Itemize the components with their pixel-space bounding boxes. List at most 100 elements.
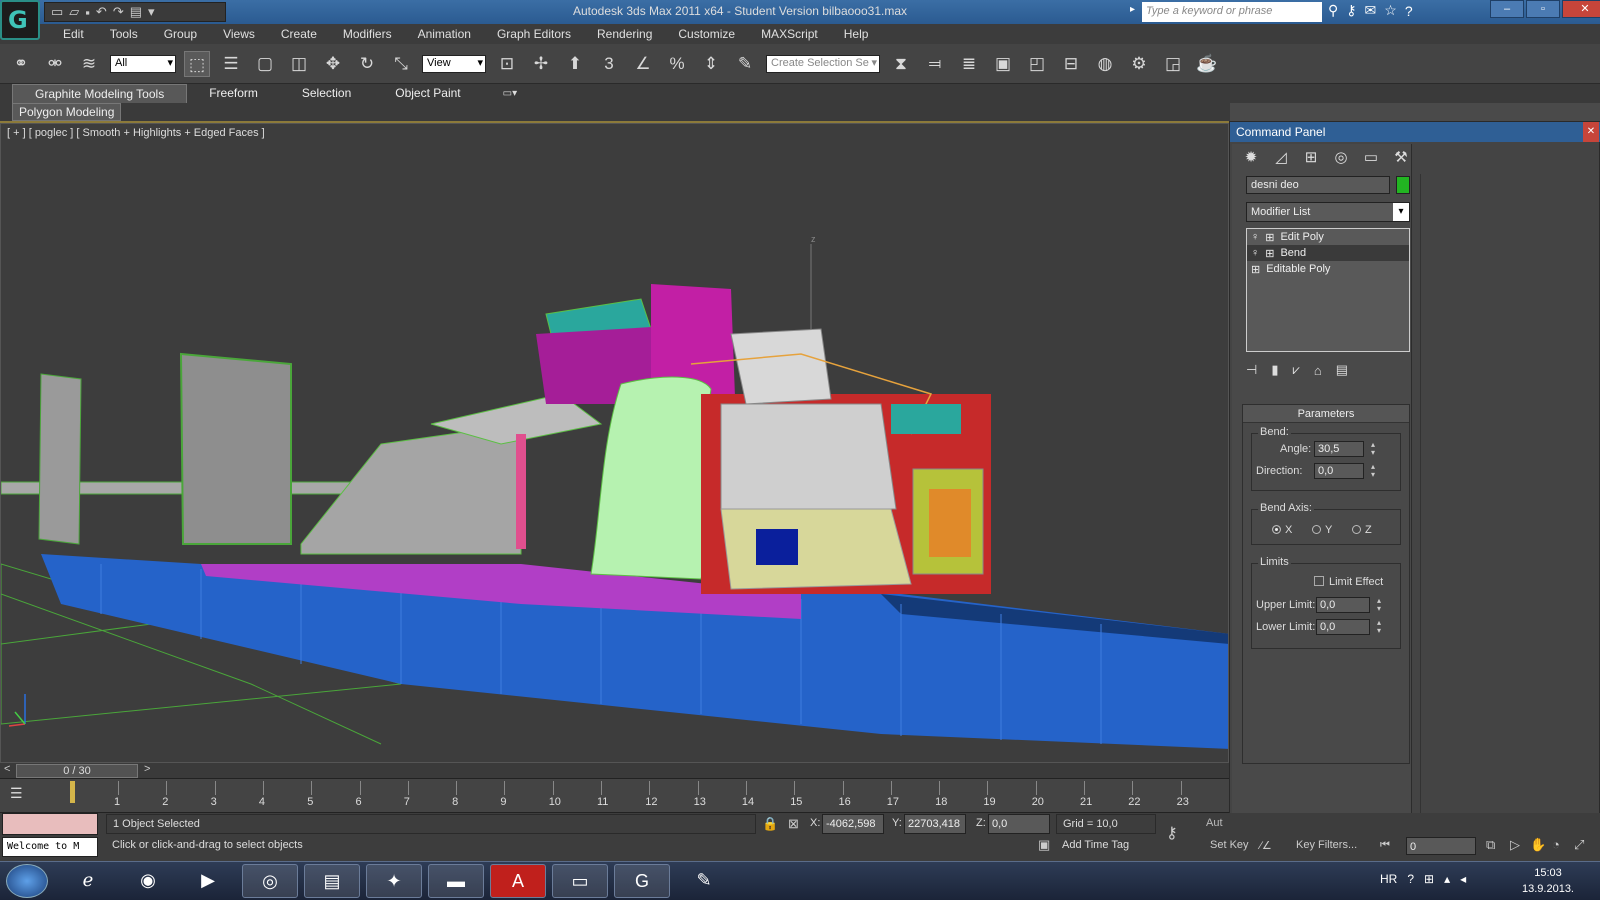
subscription-icon[interactable]: ⚷	[1346, 2, 1356, 19]
window-crossing-icon[interactable]: ◫	[286, 51, 312, 77]
adobe-reader-icon[interactable]: A	[490, 864, 546, 898]
new-file-icon[interactable]: ▭	[51, 4, 63, 20]
align-icon[interactable]: ⫤	[922, 51, 948, 77]
material-editor-icon[interactable]: ◍	[1092, 51, 1118, 77]
menu-modifiers[interactable]: Modifiers	[330, 24, 405, 44]
stack-item-edit-poly[interactable]: ♀ ⊞ Edit Poly	[1247, 229, 1409, 245]
snap-toggle-icon[interactable]: 3	[596, 51, 622, 77]
pivot-center-icon[interactable]: ⊡	[494, 51, 520, 77]
make-unique-icon[interactable]: ⩗	[1292, 362, 1299, 378]
start-button[interactable]	[6, 864, 48, 898]
modifier-stack[interactable]: ♀ ⊞ Edit Poly ♀ ⊞ Bend ⊞ Editable Poly	[1246, 228, 1410, 352]
limit-effect-checkbox[interactable]: Limit Effect	[1314, 576, 1383, 588]
menu-rendering[interactable]: Rendering	[584, 24, 665, 44]
create-tab-icon[interactable]: ✹	[1238, 148, 1264, 170]
favorites-star-icon[interactable]: ☆	[1384, 2, 1397, 19]
percent-snap-icon[interactable]: %	[664, 51, 690, 77]
expand-plus-icon[interactable]: ⊞	[1265, 231, 1274, 244]
menu-maxscript[interactable]: MAXScript	[748, 24, 831, 44]
light-bulb-icon[interactable]: ♀	[1251, 231, 1259, 243]
clock[interactable]: 15:03 13.9.2013.	[1508, 865, 1588, 897]
selection-filter-dropdown[interactable]: All	[110, 54, 176, 73]
media-player-icon[interactable]: ▶	[180, 864, 236, 898]
angle-field[interactable]: 30,5	[1314, 441, 1364, 457]
move-icon[interactable]: ✥	[320, 51, 346, 77]
set-key-button[interactable]: Set Key	[1210, 839, 1249, 851]
file-explorer-icon[interactable]: ▤	[304, 864, 360, 898]
lower-limit-field[interactable]: 0,0	[1316, 619, 1370, 635]
menu-help[interactable]: Help	[831, 24, 882, 44]
render-teapot-icon[interactable]: ☕	[1194, 51, 1220, 77]
help-tray-icon[interactable]: ?	[1407, 872, 1414, 886]
close-button[interactable]: ✕	[1562, 0, 1600, 18]
time-slider[interactable]: < 0 / 30 >	[0, 763, 1229, 779]
menu-edit[interactable]: Edit	[50, 24, 97, 44]
maxscript-listener-input[interactable]: Welcome to M	[2, 837, 98, 857]
menu-animation[interactable]: Animation	[405, 24, 484, 44]
graphite-toggle-icon[interactable]: ▣	[990, 51, 1016, 77]
unlink-icon[interactable]: ⚮	[42, 51, 68, 77]
curve-editor-mini-icon[interactable]: ☰	[10, 785, 23, 802]
tab-polygon-modeling[interactable]: Polygon Modeling	[12, 103, 122, 121]
axis-y-radio[interactable]: Y	[1312, 524, 1332, 536]
direction-field[interactable]: 0,0	[1314, 463, 1364, 479]
save-icon[interactable]: ▪	[85, 5, 90, 20]
select-by-name-icon[interactable]: ☰	[218, 51, 244, 77]
y-coord-field[interactable]: 22703,418	[904, 814, 966, 834]
stack-item-editable-poly[interactable]: ⊞ Editable Poly	[1247, 261, 1409, 277]
display-tab-icon[interactable]: ▭	[1358, 148, 1384, 170]
paint-icon[interactable]: ✎	[676, 864, 732, 898]
key-filters-button[interactable]: Key Filters...	[1296, 839, 1357, 851]
upper-limit-spinner[interactable]: ▴ ▾	[1374, 597, 1384, 613]
direction-spinner[interactable]: ▴ ▾	[1368, 463, 1378, 479]
dropdown-icon[interactable]: ▾	[148, 4, 155, 20]
time-slider-thumb[interactable]: 0 / 30	[16, 764, 138, 778]
binoculars-icon[interactable]: ⚲	[1328, 2, 1338, 19]
tray-expand-icon[interactable]: ▴	[1444, 872, 1450, 886]
object-color-swatch[interactable]	[1396, 176, 1410, 194]
rotate-icon[interactable]: ↻	[354, 51, 380, 77]
manipulate-icon[interactable]: ✢	[528, 51, 554, 77]
schematic-view-icon[interactable]: ⊟	[1058, 51, 1084, 77]
link-icon[interactable]: ⚭	[8, 51, 34, 77]
chevron-down-icon[interactable]: ▾	[1393, 203, 1409, 221]
absolute-mode-icon[interactable]: ⊠	[788, 816, 799, 832]
mirror-icon[interactable]: ⧗	[888, 51, 914, 77]
parameters-header[interactable]: Parameters	[1243, 405, 1409, 423]
curve-editor-icon[interactable]: ◰	[1024, 51, 1050, 77]
internet-explorer-icon[interactable]: ℯ	[60, 864, 116, 898]
edit-named-selection-icon[interactable]: ✎	[732, 51, 758, 77]
ribbon-options-icon[interactable]: ▭▾	[483, 88, 517, 99]
firefox-icon[interactable]: ◉	[120, 864, 176, 898]
maximize-viewport-icon[interactable]: ⤢	[1574, 837, 1584, 853]
maxscript-mini-listener[interactable]	[2, 813, 98, 835]
angle-spinner[interactable]: ▴ ▾	[1368, 441, 1378, 457]
hierarchy-tab-icon[interactable]: ⊞	[1298, 148, 1324, 170]
x-coord-field[interactable]: -4062,598	[822, 814, 884, 834]
next-frame-icon[interactable]: >	[144, 763, 150, 775]
3ds-max-task-icon[interactable]: G	[614, 864, 670, 898]
bind-space-warp-icon[interactable]: ≋	[76, 51, 102, 77]
auto-key-button[interactable]: Aut	[1206, 817, 1223, 829]
axis-z-radio[interactable]: Z	[1352, 524, 1372, 536]
app-icon[interactable]: ✦	[366, 864, 422, 898]
language-indicator[interactable]: HR	[1380, 872, 1397, 886]
rect-selection-icon[interactable]: ▢	[252, 51, 278, 77]
stack-item-bend[interactable]: ♀ ⊞ Bend	[1247, 245, 1409, 261]
viewport-label[interactable]: [ + ] [ poglec ] [ Smooth + Highlights +…	[7, 127, 265, 139]
add-time-tag-button[interactable]: Add Time Tag	[1056, 839, 1135, 851]
redo-icon[interactable]: ↷	[113, 4, 124, 20]
communication-icon[interactable]: ✉	[1365, 2, 1377, 19]
vray-icon[interactable]: ▬	[428, 864, 484, 898]
current-time-marker[interactable]	[70, 781, 75, 803]
perspective-viewport[interactable]: [ + ] [ poglec ] [ Smooth + Highlights +…	[0, 123, 1229, 763]
scale-icon[interactable]: ⤡	[388, 51, 414, 77]
volume-icon[interactable]: ◂	[1460, 872, 1466, 886]
prev-frame-icon[interactable]: <	[4, 763, 10, 775]
project-folder-icon[interactable]: ▤	[130, 4, 142, 20]
current-frame-field[interactable]: 0	[1406, 837, 1476, 855]
search-input[interactable]: Type a keyword or phrase	[1142, 2, 1322, 22]
menu-customize[interactable]: Customize	[665, 24, 748, 44]
help-icon[interactable]: ?	[1405, 3, 1413, 19]
time-config-icon[interactable]: ⧉	[1486, 837, 1495, 853]
